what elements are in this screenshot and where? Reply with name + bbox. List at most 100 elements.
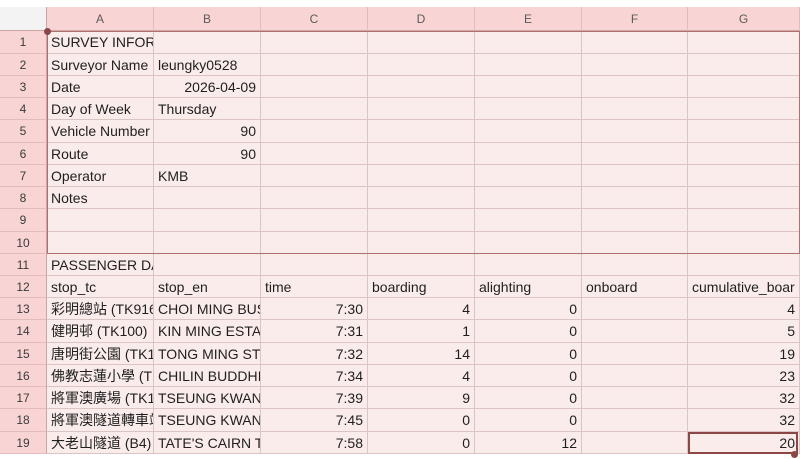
cell-c13[interactable]: 7:30 <box>261 298 368 320</box>
cell-g1[interactable] <box>688 31 800 54</box>
cell-b4[interactable]: Thursday <box>154 98 261 120</box>
cell-e8[interactable] <box>475 187 582 209</box>
cell-e19[interactable]: 12 <box>475 432 582 454</box>
cell-f6[interactable] <box>582 143 688 165</box>
cell-a17[interactable]: 將軍澳廣場 (TK1 <box>47 387 154 409</box>
cell-f4[interactable] <box>582 98 688 120</box>
cell-b5[interactable]: 90 <box>154 120 261 143</box>
row-header-19[interactable]: 19 <box>0 432 47 454</box>
cell-b18[interactable]: TSEUNG KWAN <box>154 409 261 432</box>
cell-a1[interactable]: SURVEY INFORMATION <box>47 31 154 54</box>
cell-a7[interactable]: Operator <box>47 165 154 187</box>
row-header-14[interactable]: 14 <box>0 320 47 343</box>
cell-e9[interactable] <box>475 209 582 232</box>
row-header-1[interactable]: 1 <box>0 31 47 54</box>
cell-e3[interactable] <box>475 76 582 98</box>
cell-f2[interactable] <box>582 54 688 76</box>
cell-a15[interactable]: 唐明街公園 (TK1 <box>47 343 154 365</box>
cell-b10[interactable] <box>154 232 261 254</box>
column-header-e[interactable]: E <box>475 7 582 31</box>
cell-f12[interactable]: onboard <box>582 276 688 298</box>
cell-b6[interactable]: 90 <box>154 143 261 165</box>
cell-f3[interactable] <box>582 76 688 98</box>
cell-f8[interactable] <box>582 187 688 209</box>
cell-f18[interactable] <box>582 409 688 432</box>
cell-g11[interactable] <box>688 254 800 276</box>
cell-g13[interactable]: 4 <box>688 298 800 320</box>
cell-c19[interactable]: 7:58 <box>261 432 368 454</box>
row-header-6[interactable]: 6 <box>0 143 47 165</box>
cell-d12[interactable]: boarding <box>368 276 475 298</box>
cell-f14[interactable] <box>582 320 688 343</box>
cell-f5[interactable] <box>582 120 688 143</box>
cell-c9[interactable] <box>261 209 368 232</box>
cell-f1[interactable] <box>582 31 688 54</box>
cell-g15[interactable]: 19 <box>688 343 800 365</box>
cell-d15[interactable]: 14 <box>368 343 475 365</box>
cell-c6[interactable] <box>261 143 368 165</box>
cell-b9[interactable] <box>154 209 261 232</box>
active-cell-selection[interactable] <box>688 432 798 454</box>
cell-e14[interactable]: 0 <box>475 320 582 343</box>
cell-d10[interactable] <box>368 232 475 254</box>
row-header-4[interactable]: 4 <box>0 98 47 120</box>
cell-f11[interactable] <box>582 254 688 276</box>
row-header-16[interactable]: 16 <box>0 365 47 387</box>
row-header-12[interactable]: 12 <box>0 276 47 298</box>
cell-a8[interactable]: Notes <box>47 187 154 209</box>
cell-c16[interactable]: 7:34 <box>261 365 368 387</box>
cell-g12[interactable]: cumulative_boar <box>688 276 800 298</box>
cell-c10[interactable] <box>261 232 368 254</box>
cell-e15[interactable]: 0 <box>475 343 582 365</box>
cell-g7[interactable] <box>688 165 800 187</box>
cell-g3[interactable] <box>688 76 800 98</box>
spreadsheet-grid[interactable]: ABCDEFG1SURVEY INFORMATION2Surveyor Name… <box>0 0 800 459</box>
cell-g8[interactable] <box>688 187 800 209</box>
cell-b1[interactable] <box>154 31 261 54</box>
row-header-11[interactable]: 11 <box>0 254 47 276</box>
column-header-d[interactable]: D <box>368 7 475 31</box>
row-header-15[interactable]: 15 <box>0 343 47 365</box>
cell-c3[interactable] <box>261 76 368 98</box>
row-header-13[interactable]: 13 <box>0 298 47 320</box>
cell-d13[interactable]: 4 <box>368 298 475 320</box>
cell-a4[interactable]: Day of Week <box>47 98 154 120</box>
cell-a16[interactable]: 佛教志蓮小學 (T <box>47 365 154 387</box>
cell-c1[interactable] <box>261 31 368 54</box>
cell-b8[interactable] <box>154 187 261 209</box>
cell-e1[interactable] <box>475 31 582 54</box>
cell-b16[interactable]: CHILIN BUDDHI <box>154 365 261 387</box>
range-start-handle[interactable] <box>44 28 51 35</box>
cell-g16[interactable]: 23 <box>688 365 800 387</box>
cell-c11[interactable] <box>261 254 368 276</box>
cell-b15[interactable]: TONG MING ST <box>154 343 261 365</box>
cell-b2[interactable]: leungky0528 <box>154 54 261 76</box>
cell-d2[interactable] <box>368 54 475 76</box>
cell-c7[interactable] <box>261 165 368 187</box>
fill-handle[interactable] <box>791 451 798 458</box>
cell-e13[interactable]: 0 <box>475 298 582 320</box>
cell-d6[interactable] <box>368 143 475 165</box>
cell-g4[interactable] <box>688 98 800 120</box>
cell-a10[interactable] <box>47 232 154 254</box>
cell-a5[interactable]: Vehicle Number <box>47 120 154 143</box>
cell-d3[interactable] <box>368 76 475 98</box>
cell-b3[interactable]: 2026-04-09 <box>154 76 261 98</box>
row-header-3[interactable]: 3 <box>0 76 47 98</box>
cell-a14[interactable]: 健明邨 (TK100) <box>47 320 154 343</box>
row-header-2[interactable]: 2 <box>0 54 47 76</box>
row-header-18[interactable]: 18 <box>0 409 47 432</box>
cell-a11[interactable]: PASSENGER DATA <box>47 254 154 276</box>
row-header-5[interactable]: 5 <box>0 120 47 143</box>
cell-f7[interactable] <box>582 165 688 187</box>
cell-c18[interactable]: 7:45 <box>261 409 368 432</box>
cell-g6[interactable] <box>688 143 800 165</box>
cell-d8[interactable] <box>368 187 475 209</box>
cell-c17[interactable]: 7:39 <box>261 387 368 409</box>
cell-a2[interactable]: Surveyor Name <box>47 54 154 76</box>
cell-d17[interactable]: 9 <box>368 387 475 409</box>
cell-a6[interactable]: Route <box>47 143 154 165</box>
row-header-7[interactable]: 7 <box>0 165 47 187</box>
cell-e12[interactable]: alighting <box>475 276 582 298</box>
column-header-g[interactable]: G <box>688 7 800 31</box>
